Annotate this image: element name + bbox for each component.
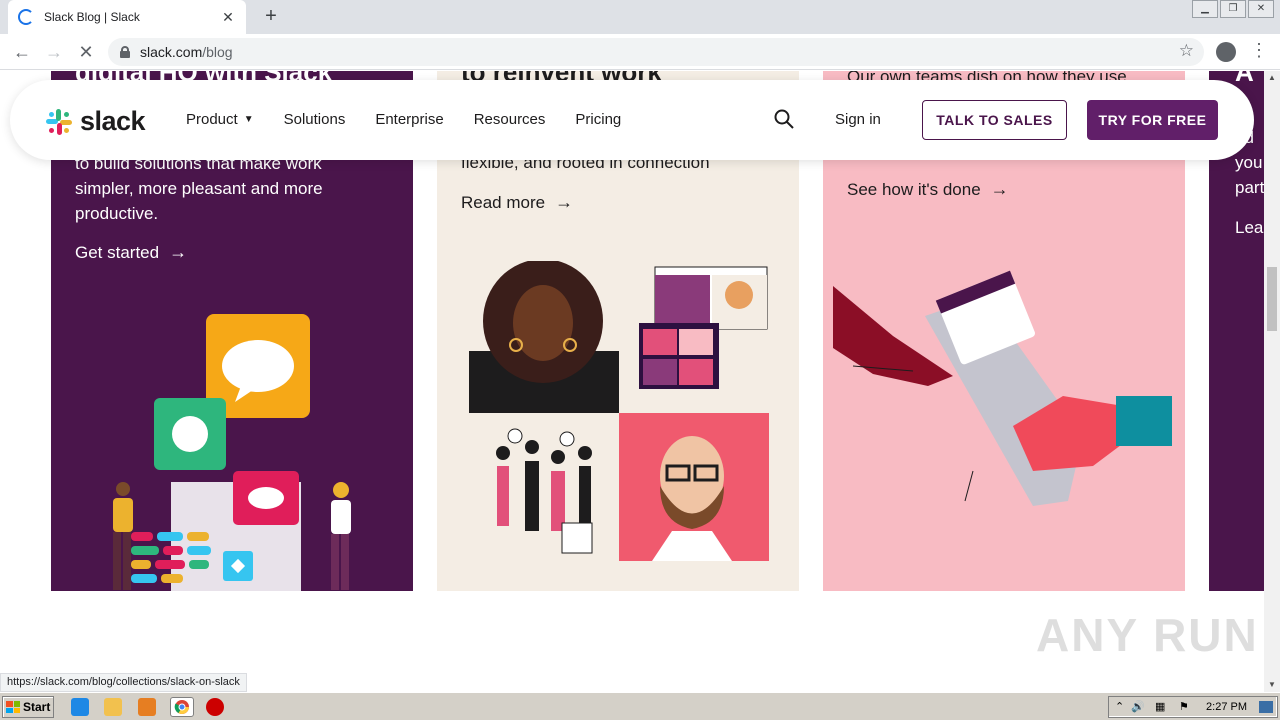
card-body-line: part [1235,178,1264,197]
opera-icon[interactable] [206,698,224,716]
learn-more-link[interactable]: Lear [1235,218,1264,238]
search-icon[interactable] [774,109,794,129]
people-collage-illustration [469,261,769,561]
scroll-down-arrow-icon[interactable]: ▼ [1264,678,1280,692]
chrome-icon [174,700,189,714]
minimize-button[interactable]: ▁ [1192,0,1218,18]
tray-expand-icon[interactable]: ⌃ [1115,700,1124,713]
volume-icon[interactable]: 🔊 [1131,700,1145,713]
site-navbar: slack Product ▼ Solutions Enterprise Reso… [10,80,1254,160]
card-body-line: productive. [75,204,159,223]
chevron-down-icon: ▼ [243,114,254,125]
chrome-taskbar-icon[interactable] [170,697,194,717]
nav-resources[interactable]: Resources [474,111,546,128]
arrow-right-icon: → [169,242,188,262]
lock-icon [120,46,130,58]
primary-nav: Product ▼ Solutions Enterprise Resources … [186,111,651,128]
back-icon[interactable]: ← [10,40,34,64]
see-how-its-done-link[interactable]: See how it's done → [847,179,1009,200]
close-window-button[interactable]: ✕ [1248,0,1274,18]
url-domain: slack.com [140,44,203,60]
card-body-line: you [1235,153,1263,172]
browser-tab[interactable]: Slack Blog | Slack ✕ [8,0,246,34]
logo-wordmark: slack [80,106,146,136]
browser-toolbar: ← → ✕ slack.com/blog ☆ ⋮ [0,34,1280,70]
system-tray: ⌃ 🔊 ▦ ⚑ 2:27 PM [1108,696,1278,718]
clock[interactable]: 2:27 PM [1206,701,1247,713]
get-started-link[interactable]: Get started → [75,242,187,263]
page-viewport: digital HQ with Slack to build solutions… [0,71,1264,692]
show-desktop-icon[interactable] [1259,701,1273,713]
read-more-link[interactable]: Read more → [461,192,573,213]
talk-to-sales-button[interactable]: TALK TO SALES [922,100,1067,140]
nav-enterprise[interactable]: Enterprise [375,111,443,128]
media-player-icon[interactable] [138,698,156,716]
windows-taskbar: Start ⌃ 🔊 ▦ ⚑ 2:27 PM [0,692,1280,720]
card-body-line: simpler, more pleasant and more [75,179,323,198]
link-status-bar: https://slack.com/blog/collections/slack… [0,673,247,692]
nav-solutions[interactable]: Solutions [284,111,346,128]
handoff-illustration [833,270,1172,506]
windows-flag-icon [6,701,20,713]
tab-title: Slack Blog | Slack [44,10,140,24]
start-button[interactable]: Start [2,696,54,718]
card-body: to build solutions that make work simple… [75,151,323,226]
bookmark-star-icon[interactable]: ☆ [1179,41,1194,61]
close-tab-icon[interactable]: ✕ [220,9,236,26]
link-label: See how it's done [847,179,981,199]
link-label: Get started [75,242,160,262]
window-controls: ▁ ❐ ✕ [1190,0,1274,18]
try-for-free-button[interactable]: TRY FOR FREE [1087,100,1218,140]
nav-pricing[interactable]: Pricing [575,111,621,128]
page-scrollbar[interactable]: ▲ ▼ [1264,71,1280,692]
sign-in-link[interactable]: Sign in [835,111,881,128]
internet-explorer-icon[interactable] [71,698,89,716]
slack-logo-icon [46,108,72,135]
new-tab-button[interactable]: + [260,5,282,27]
flag-notification-icon[interactable]: ⚑ [1179,700,1189,713]
loading-icon [18,9,34,25]
scrollbar-thumb[interactable] [1267,267,1277,331]
start-label: Start [23,700,51,714]
slack-logo[interactable]: slack [46,106,146,137]
profile-avatar-icon[interactable] [1216,42,1236,62]
arrow-right-icon: → [990,179,1009,199]
menu-kebab-icon[interactable]: ⋮ [1250,40,1268,61]
restore-button[interactable]: ❐ [1220,0,1246,18]
stop-loading-icon[interactable]: ✕ [74,40,98,64]
anyrun-watermark: ANY RUN [1036,609,1259,661]
url-path: /blog [202,44,233,60]
forward-icon[interactable]: → [42,40,66,64]
network-icon[interactable]: ▦ [1155,700,1165,713]
arrow-right-icon: → [555,192,574,212]
address-bar[interactable]: slack.com/blog ☆ [108,38,1204,66]
tab-strip: Slack Blog | Slack ✕ + ▁ ❐ ✕ [0,0,1280,34]
link-label: Read more [461,192,546,212]
card-heading-cut: A [1235,71,1254,87]
scroll-up-arrow-icon[interactable]: ▲ [1264,71,1280,85]
file-explorer-icon[interactable] [104,698,122,716]
nav-label: Product [186,111,238,128]
nav-product[interactable]: Product ▼ [186,111,254,128]
apps-illustration [113,314,351,591]
